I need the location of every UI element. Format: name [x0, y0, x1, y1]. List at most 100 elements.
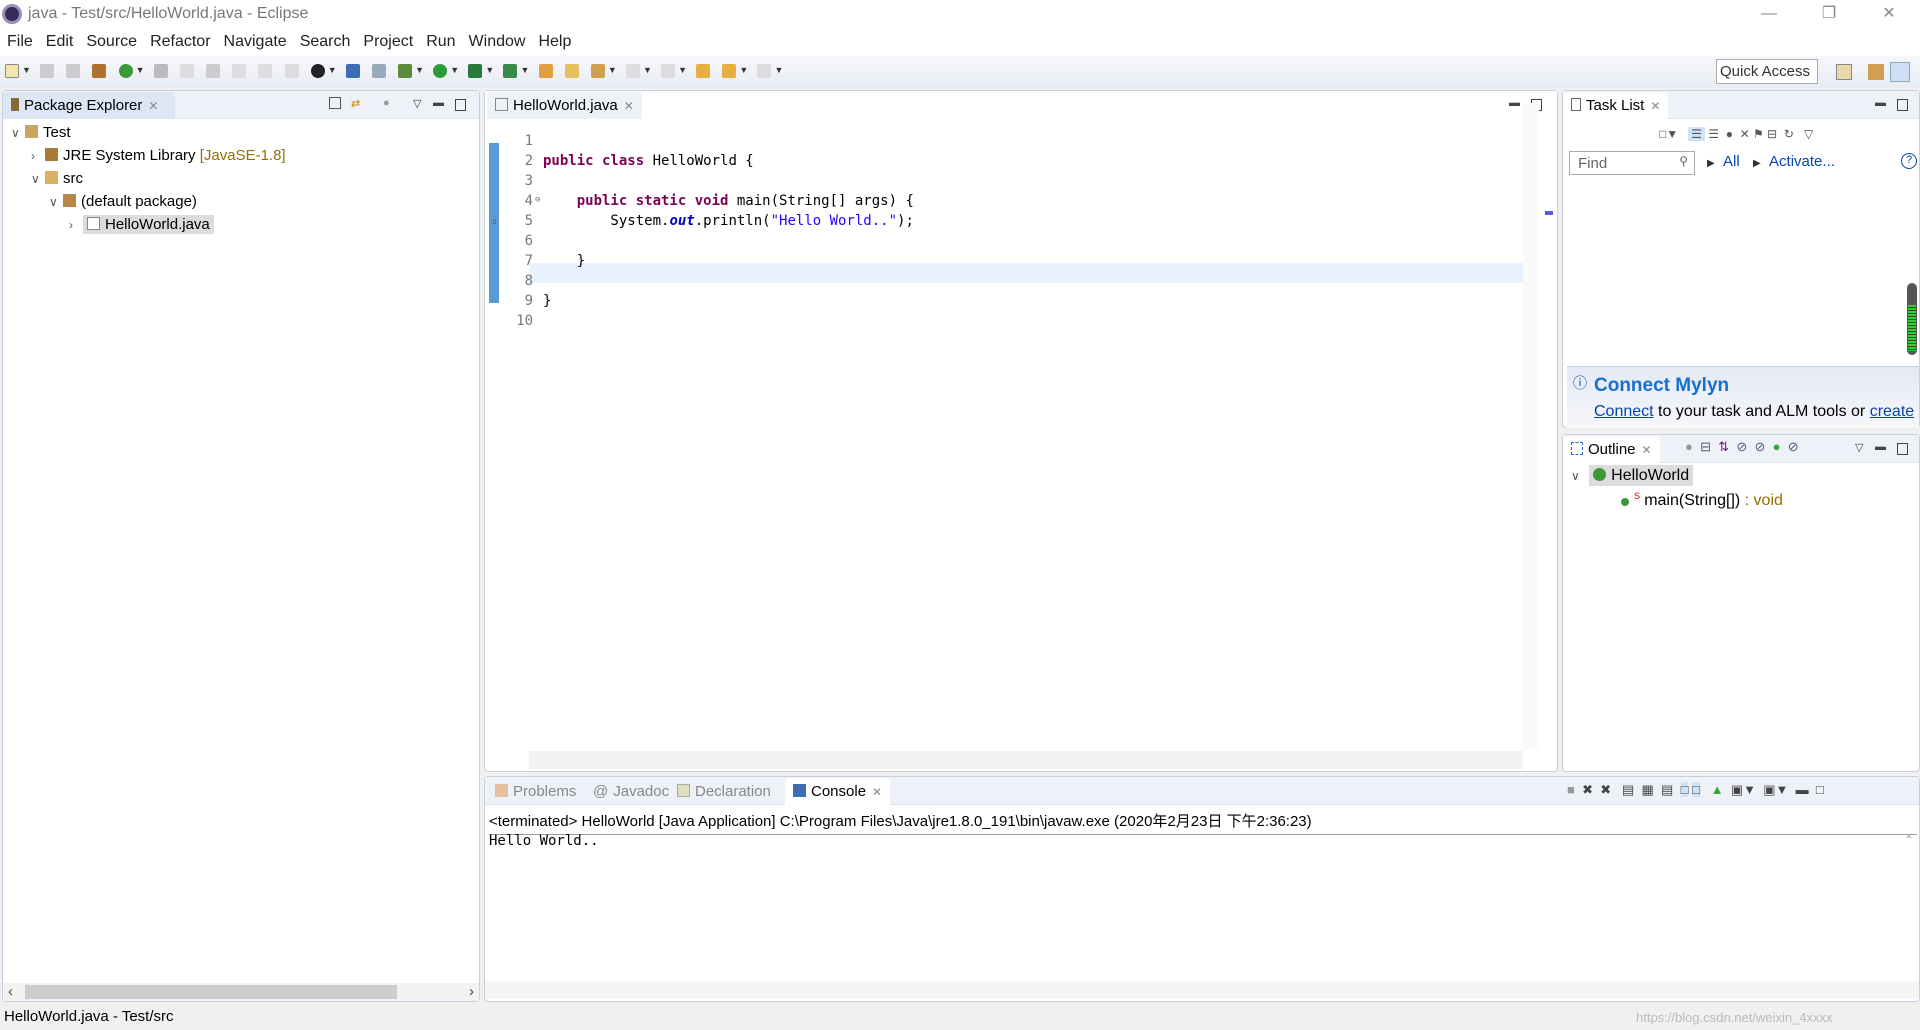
maximize-icon[interactable]	[1897, 443, 1908, 455]
restore-window-button[interactable]: ❐	[1806, 2, 1852, 26]
fold-icon[interactable]: ⊖	[535, 195, 540, 205]
last-edit-icon[interactable]	[696, 64, 711, 78]
remove-launch-icon[interactable]: ✖	[1582, 782, 1593, 797]
scheduled-icon[interactable]: ☰	[1708, 127, 1719, 141]
chevron-down-icon[interactable]: ∨	[31, 172, 45, 186]
word-wrap-icon[interactable]: ▤	[1661, 782, 1673, 797]
focus-icon[interactable]: ●	[1726, 127, 1733, 141]
clear-console-icon[interactable]: ▤	[1622, 782, 1634, 797]
chevron-down-icon[interactable]: ▼	[643, 65, 652, 75]
hide-local-types-icon[interactable]: ⊘	[1788, 439, 1799, 454]
new-task-icon[interactable]: □▼	[1659, 127, 1678, 141]
focus-icon[interactable]: ●	[1685, 439, 1693, 454]
scrollbar-thumb[interactable]	[25, 985, 397, 999]
terminal-icon[interactable]	[345, 64, 360, 78]
save-all-icon[interactable]	[66, 64, 81, 78]
run-icon[interactable]	[433, 64, 448, 78]
display-console-icon[interactable]: ▣▼	[1731, 782, 1756, 797]
chevron-down-icon[interactable]: ▼	[739, 65, 748, 75]
search-icon[interactable]	[590, 64, 605, 78]
menu-source[interactable]: Source	[79, 29, 143, 51]
collapse-all-icon[interactable]	[329, 97, 341, 109]
open-type-icon[interactable]	[153, 64, 168, 78]
scroll-lock-icon[interactable]: ▦	[1642, 782, 1654, 797]
minimize-icon[interactable]: ▬	[1875, 441, 1886, 453]
scroll-right-icon[interactable]: ›	[469, 983, 474, 1000]
chevron-down-icon[interactable]: ∨	[11, 126, 25, 140]
hide-static-icon[interactable]: ⊘	[1755, 439, 1766, 454]
show-stdout-icon[interactable]: □	[1680, 782, 1689, 797]
close-icon[interactable]: ✕	[624, 99, 634, 113]
open-perspective-icon[interactable]	[1836, 64, 1852, 80]
vertical-scrollbar[interactable]: ⌃	[1901, 833, 1917, 983]
tab-helloworld-java[interactable]: HelloWorld.java ✕	[487, 92, 642, 119]
java-perspective-icon[interactable]	[1890, 62, 1910, 82]
categorized-icon[interactable]: ☰	[1688, 127, 1705, 141]
chevron-down-icon[interactable]: ▼	[608, 65, 617, 75]
word-wrap-icon[interactable]	[258, 64, 273, 78]
find-input[interactable]: Find ⚲	[1569, 151, 1695, 175]
all-link[interactable]: ▶ All	[1707, 153, 1740, 170]
previous-annotation-icon[interactable]	[661, 64, 676, 78]
menu-search[interactable]: Search	[293, 29, 357, 51]
terminate-icon[interactable]: ■	[1567, 782, 1575, 797]
open-folder-icon[interactable]	[538, 64, 553, 78]
menu-navigate[interactable]: Navigate	[217, 29, 293, 51]
external-tools-icon[interactable]	[503, 64, 518, 78]
sort-icon[interactable]: ⇅	[1718, 439, 1729, 454]
open-console-icon[interactable]: ▣▼	[1763, 782, 1788, 797]
collapse-all-icon[interactable]: ⊟	[1700, 439, 1711, 454]
view-menu-icon[interactable]: ▽	[1804, 127, 1813, 141]
tree-item-project[interactable]: ∨ Test	[11, 124, 71, 141]
new-java-class-icon[interactable]	[118, 64, 133, 78]
view-menu-icon[interactable]: ▽	[1855, 441, 1863, 454]
pin-console-icon[interactable]: ▲	[1711, 782, 1724, 797]
remove-all-icon[interactable]: ✖	[1600, 782, 1611, 797]
menu-run[interactable]: Run	[419, 29, 461, 51]
tab-problems[interactable]: Problems	[487, 778, 584, 805]
tree-item-helloworld-java[interactable]: › HelloWorld.java	[69, 215, 214, 234]
tab-package-explorer[interactable]: Package Explorer ✕	[3, 92, 175, 119]
next-annotation-icon[interactable]	[625, 64, 640, 78]
close-icon[interactable]: ✕	[148, 99, 158, 113]
link-with-editor-icon[interactable]: ⇄	[351, 97, 360, 110]
synchronize-icon[interactable]: ↻	[1784, 127, 1794, 141]
chevron-down-icon[interactable]: ▼	[328, 65, 337, 75]
maximize-icon[interactable]: □	[1816, 782, 1824, 797]
maximize-icon[interactable]	[1897, 99, 1908, 111]
menu-project[interactable]: Project	[356, 29, 419, 51]
block-selection-icon[interactable]	[232, 64, 247, 78]
activate-link[interactable]: ▶ Activate...	[1753, 153, 1835, 170]
chevron-down-icon[interactable]: ▼	[450, 65, 459, 75]
view-menu-icon[interactable]: ▽	[413, 97, 421, 110]
tab-task-list[interactable]: Task List ✕	[1563, 92, 1669, 119]
close-icon[interactable]: ✕	[1642, 443, 1652, 457]
focus-icon[interactable]: ●	[383, 97, 390, 109]
code-editor[interactable]: 1 2 3 4 5 6 7 8 9 10 ⊖ o public class He…	[492, 123, 1529, 749]
back-icon[interactable]	[722, 64, 737, 78]
close-icon[interactable]: ✕	[872, 785, 882, 799]
horizontal-scrollbar[interactable]: ‹ ›	[3, 983, 479, 1001]
chevron-right-icon[interactable]: ›	[69, 218, 83, 232]
chevron-down-icon[interactable]: ∨	[49, 195, 63, 209]
tab-outline[interactable]: Outline ✕	[1563, 436, 1660, 463]
chevron-down-icon[interactable]: ▼	[136, 65, 145, 75]
show-whitespace-icon[interactable]	[284, 64, 299, 78]
tab-javadoc[interactable]: @ Javadoc	[585, 778, 677, 805]
coverage-icon[interactable]	[468, 64, 483, 78]
help-icon[interactable]: ?	[1901, 153, 1917, 169]
chevron-down-icon[interactable]: ∨	[1571, 469, 1585, 483]
create-link[interactable]: create	[1870, 403, 1914, 420]
debug-icon[interactable]	[398, 64, 413, 78]
scroll-left-icon[interactable]: ‹	[8, 983, 13, 1000]
filter-icon[interactable]: ⚑	[1753, 127, 1764, 141]
minimize-icon[interactable]: ▬	[1509, 97, 1520, 109]
horizontal-scrollbar[interactable]	[529, 751, 1523, 769]
tree-item-jre[interactable]: › JRE System Library [JavaSE-1.8]	[31, 147, 286, 164]
show-stderr-icon[interactable]: □	[1692, 782, 1700, 797]
toggle-mark-icon[interactable]	[179, 64, 194, 78]
annotation-icon[interactable]	[206, 64, 221, 78]
chevron-down-icon[interactable]: ▼	[485, 65, 494, 75]
menu-window[interactable]: Window	[462, 29, 532, 51]
save-icon[interactable]	[40, 64, 55, 78]
